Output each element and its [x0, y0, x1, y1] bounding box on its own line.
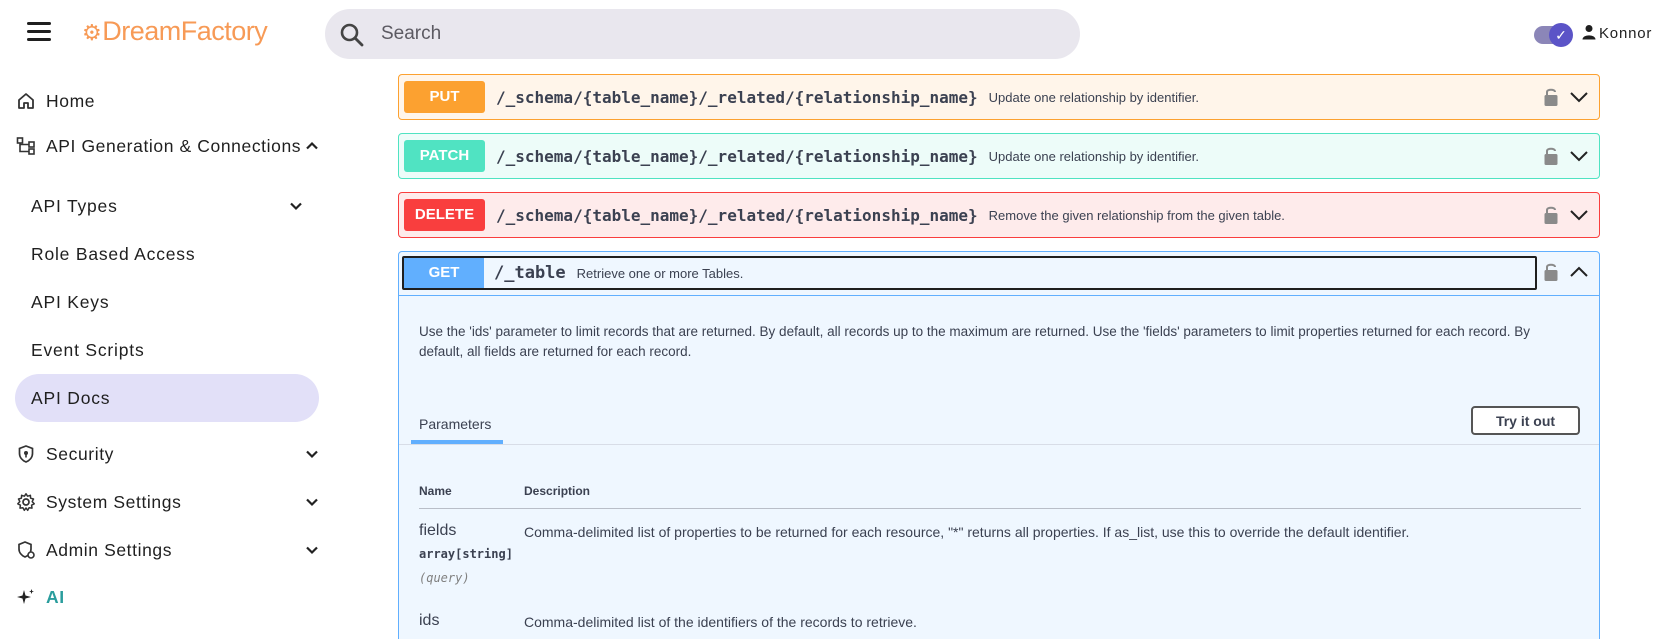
top-bar: ⚙DreamFactory ✓ Konnor — [0, 0, 1660, 68]
sidebar-item-label: Security — [46, 443, 115, 464]
operation-get-table: GET /_table Retrieve one or more Tables.… — [398, 251, 1600, 639]
sidebar-item-label: Role Based Access — [31, 243, 196, 264]
operation-summary: Update one relationship by identifier. — [988, 89, 1199, 105]
param-name: fields — [419, 522, 457, 539]
tab-parameters[interactable]: Parameters — [419, 416, 491, 432]
sidebar-item-label: Admin Settings — [46, 539, 173, 560]
sidebar-item-event-scripts[interactable]: Event Scripts — [15, 326, 319, 374]
search-input[interactable] — [381, 19, 1041, 49]
hierarchy-icon — [16, 137, 35, 155]
sidebar-item-label: API Keys — [31, 291, 110, 312]
sidebar-item-system-settings[interactable]: System Settings — [16, 479, 320, 525]
sidebar-item-api-types[interactable]: API Types — [15, 182, 319, 230]
sidebar-item-security[interactable]: Security — [16, 431, 320, 477]
sparkle-icon — [17, 589, 34, 604]
operation-summary: Remove the given relationship from the g… — [988, 207, 1285, 223]
gear-icon — [17, 493, 35, 512]
scroll-area — [1642, 68, 1660, 639]
method-badge: GET — [404, 258, 484, 288]
sidebar-item-role-based-access[interactable]: Role Based Access — [15, 230, 319, 278]
lock-icon[interactable] — [1543, 86, 1559, 108]
sidebar-item-label: Event Scripts — [31, 339, 145, 360]
sidebar-item-label: Home — [46, 90, 96, 111]
lock-icon[interactable] — [1543, 204, 1559, 226]
divider — [399, 295, 1599, 296]
lock-icon[interactable] — [1543, 145, 1559, 167]
operation-path: /_schema/{table_name}/_related/{relation… — [496, 146, 978, 166]
api-docs-panel: PUT /_schema/{table_name}/_related/{rela… — [358, 68, 1642, 639]
method-badge: PATCH — [404, 140, 485, 172]
operation-path: /_schema/{table_name}/_related/{relation… — [496, 205, 978, 225]
logo[interactable]: ⚙DreamFactory — [82, 16, 268, 47]
sidebar-item-api-docs[interactable]: API Docs — [15, 374, 319, 422]
sidebar-item-home[interactable]: Home — [16, 78, 320, 124]
operation-path: /_table — [494, 263, 566, 283]
search-bar[interactable] — [325, 9, 1080, 59]
lock-icon[interactable] — [1543, 261, 1559, 283]
param-location: (query) — [419, 571, 470, 585]
sidebar-item-label: AI — [46, 586, 65, 607]
operation-put-relationship[interactable]: PUT /_schema/{table_name}/_related/{rela… — [398, 74, 1600, 120]
chevron-down-icon[interactable] — [304, 446, 320, 462]
chevron-down-icon[interactable] — [304, 542, 320, 558]
method-badge: PUT — [404, 81, 485, 113]
sidebar-item-label: System Settings — [46, 491, 182, 512]
user-name: Konnor — [1599, 25, 1653, 42]
param-description: Comma-delimited list of the identifiers … — [524, 614, 917, 630]
operation-summary-bar[interactable]: GET /_table Retrieve one or more Tables. — [402, 256, 1537, 290]
try-it-out-button[interactable]: Try it out — [1471, 406, 1580, 435]
chevron-down-icon[interactable] — [304, 494, 320, 510]
sidebar-item-api-keys[interactable]: API Keys — [15, 278, 319, 326]
logo-text: DreamFactory — [102, 16, 268, 46]
column-header-description: Description — [524, 484, 591, 498]
sidebar-item-label: API Docs — [31, 387, 111, 408]
operation-summary: Retrieve one or more Tables. — [576, 265, 744, 281]
theme-toggle[interactable]: ✓ — [1534, 23, 1573, 47]
user-icon — [1582, 25, 1596, 40]
admin-shield-icon — [18, 541, 35, 559]
home-icon — [18, 93, 34, 109]
chevron-down-icon[interactable] — [1569, 206, 1589, 224]
chevron-up-icon[interactable] — [1569, 263, 1589, 281]
divider — [399, 444, 1599, 445]
column-header-name: Name — [419, 484, 452, 498]
operation-summary: Update one relationship by identifier. — [988, 148, 1199, 164]
shield-icon — [18, 445, 34, 463]
chevron-down-icon[interactable] — [1569, 147, 1589, 165]
search-icon — [340, 23, 364, 47]
chevron-up-icon[interactable] — [304, 138, 320, 154]
logo-gear-icon: ⚙ — [82, 20, 102, 45]
chevron-down-icon[interactable] — [288, 198, 304, 214]
operation-patch-relationship[interactable]: PATCH /_schema/{table_name}/_related/{re… — [398, 133, 1600, 179]
param-name: ids — [419, 612, 440, 629]
sidebar-item-label: API Types — [31, 195, 118, 216]
operation-path: /_schema/{table_name}/_related/{relation… — [496, 87, 978, 107]
operation-description: Use the 'ids' parameter to limit records… — [419, 324, 1531, 359]
chevron-down-icon[interactable] — [1569, 88, 1589, 106]
user-menu[interactable]: Konnor — [1582, 24, 1652, 42]
operation-delete-relationship[interactable]: DELETE /_schema/{table_name}/_related/{r… — [398, 192, 1600, 238]
param-type: array[string] — [419, 547, 513, 561]
sidebar-item-admin-settings[interactable]: Admin Settings — [16, 527, 320, 573]
menu-icon[interactable] — [27, 22, 51, 42]
param-description: Comma-delimited list of properties to be… — [524, 524, 1410, 540]
sidebar-item-ai[interactable]: AI — [16, 574, 320, 620]
sidebar: Home API Generation & Connections API Ty… — [0, 68, 340, 639]
sidebar-item-api-generation[interactable]: API Generation & Connections — [16, 123, 320, 169]
sidebar-item-label: API Generation & Connections — [46, 135, 302, 156]
method-badge: DELETE — [404, 199, 485, 231]
divider — [419, 508, 1581, 509]
check-icon: ✓ — [1549, 23, 1573, 47]
